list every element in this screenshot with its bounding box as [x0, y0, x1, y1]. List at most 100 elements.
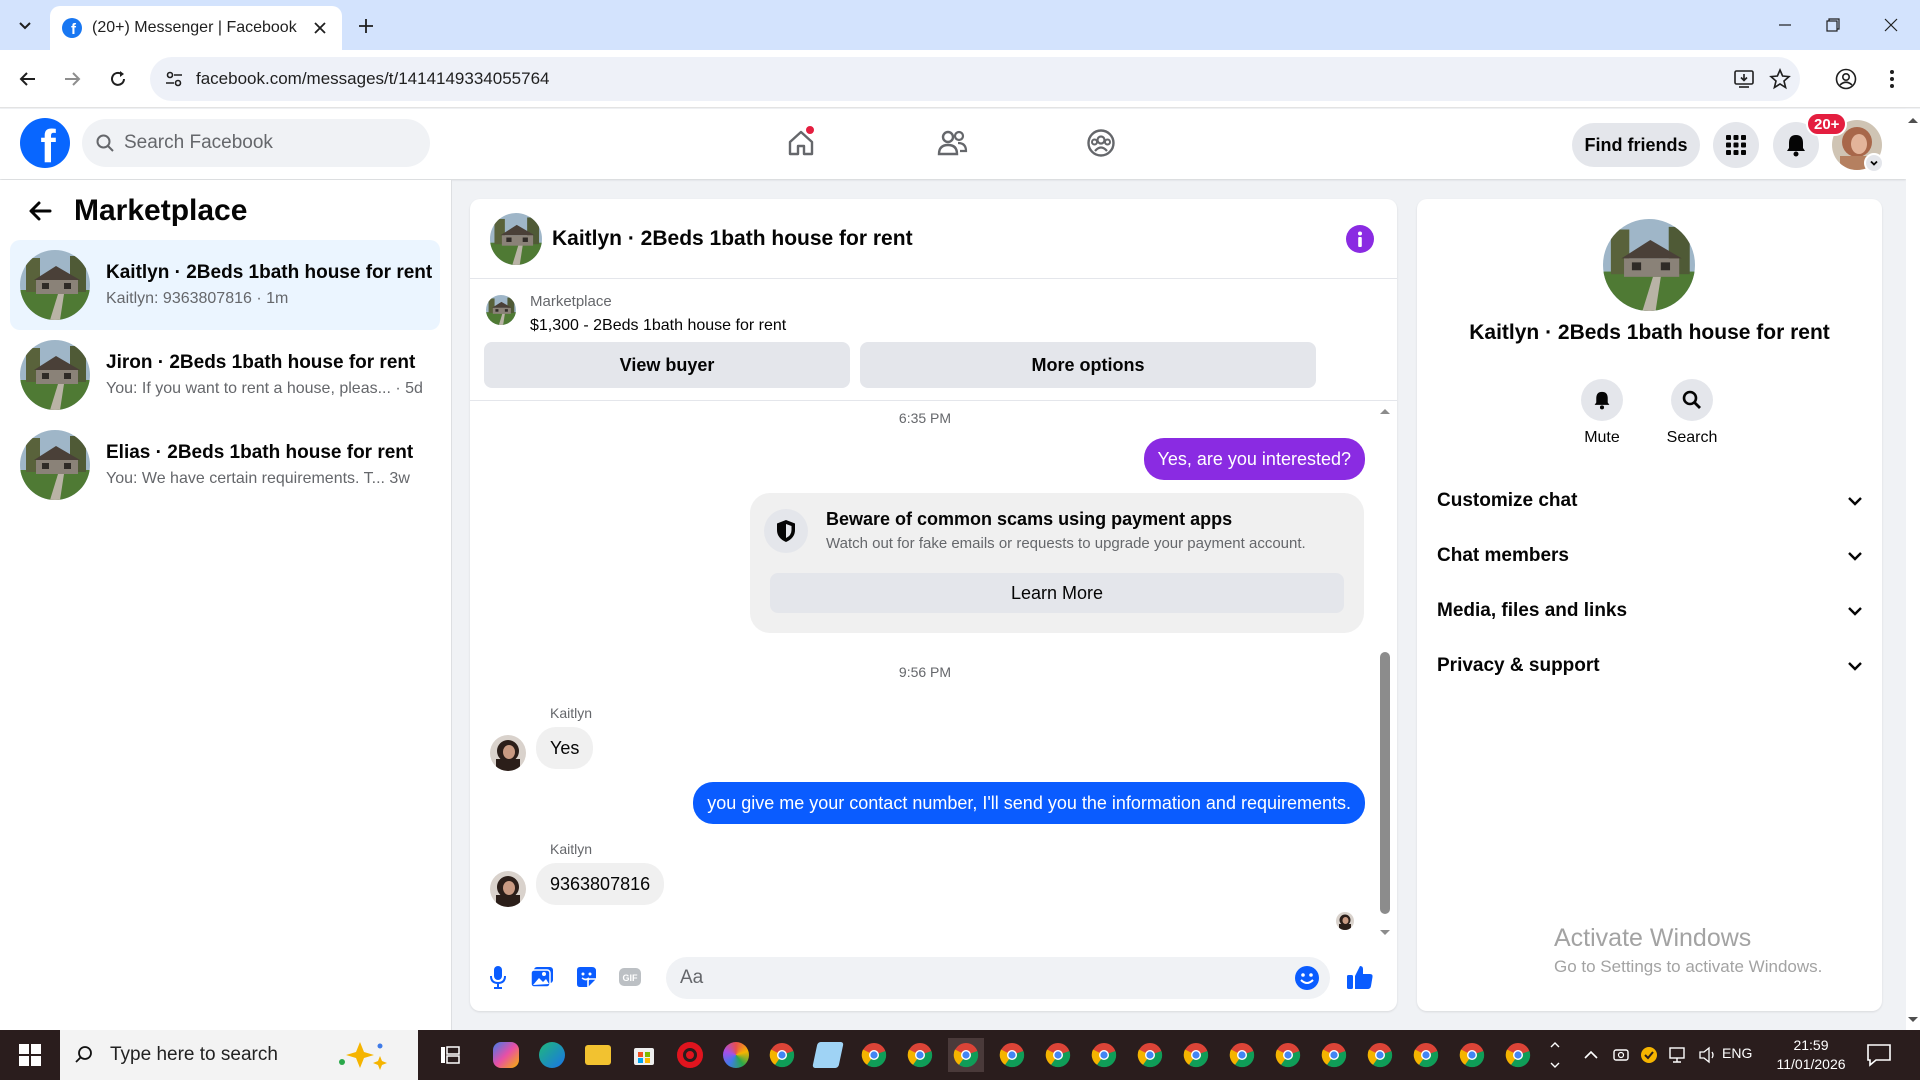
- taskbar-app-chrome-active[interactable]: [948, 1038, 984, 1072]
- outgoing-message[interactable]: Yes, are you interested?: [1143, 438, 1365, 480]
- message-field[interactable]: [666, 957, 1330, 999]
- taskbar-app-chrome[interactable]: [1316, 1038, 1352, 1072]
- taskbar-app-opera[interactable]: [672, 1038, 708, 1072]
- taskbar-app-chrome[interactable]: [1270, 1038, 1306, 1072]
- outgoing-message[interactable]: you give me your contact number, I'll se…: [693, 782, 1365, 824]
- taskbar-app-chrome[interactable]: [1132, 1038, 1168, 1072]
- back-button[interactable]: [24, 195, 56, 227]
- taskbar-scroll-icon[interactable]: [1548, 1035, 1562, 1075]
- sticker-button[interactable]: [570, 961, 602, 993]
- google-drive-icon[interactable]: [1640, 1046, 1658, 1064]
- bookmark-button[interactable]: [1766, 65, 1794, 93]
- taskbar-app-notes[interactable]: [810, 1038, 846, 1072]
- gif-button[interactable]: GIF: [614, 961, 646, 993]
- attach-photo-button[interactable]: [526, 961, 558, 993]
- taskbar-app-chrome[interactable]: [1040, 1038, 1076, 1072]
- house-photo-icon: [1603, 219, 1695, 311]
- tab-search-button[interactable]: [10, 11, 40, 39]
- taskbar-app-chrome[interactable]: [994, 1038, 1030, 1072]
- taskbar-app-chrome[interactable]: [1500, 1038, 1536, 1072]
- taskbar-app-chrome[interactable]: [1224, 1038, 1260, 1072]
- mute-button[interactable]: Mute: [1562, 379, 1642, 447]
- taskbar-app-copilot[interactable]: [488, 1038, 524, 1072]
- page-scrollbar[interactable]: [1906, 109, 1920, 1030]
- address-bar[interactable]: facebook.com/messages/t/1414149334055764: [150, 57, 1800, 101]
- conversation-item[interactable]: Elias · 2Beds 1bath house for rent You: …: [10, 420, 440, 510]
- incoming-message[interactable]: 9363807816: [536, 863, 665, 905]
- facebook-logo-icon[interactable]: f: [20, 118, 70, 168]
- minimize-window-button[interactable]: [1760, 0, 1810, 50]
- message-scrollbar-thumb[interactable]: [1380, 652, 1390, 914]
- learn-more-button[interactable]: Learn More: [770, 573, 1344, 613]
- conversation-info-button[interactable]: [1346, 225, 1374, 253]
- meet-now-icon[interactable]: [1612, 1046, 1630, 1064]
- input-language[interactable]: ENG: [1722, 1045, 1752, 1061]
- reload-button[interactable]: [102, 63, 134, 95]
- incoming-message[interactable]: Yes: [536, 727, 594, 769]
- taskbar-app-chrome[interactable]: [1178, 1038, 1214, 1072]
- section-privacy-support[interactable]: Privacy & support: [1437, 644, 1863, 688]
- copilot-icon: [493, 1042, 519, 1068]
- tab-close-button[interactable]: [310, 18, 330, 38]
- taskbar-app-chrome[interactable]: [1086, 1038, 1122, 1072]
- nav-home[interactable]: [771, 119, 831, 167]
- more-options-button[interactable]: More options: [860, 342, 1316, 388]
- taskbar-search-box[interactable]: [60, 1030, 418, 1080]
- voice-clip-button[interactable]: [482, 961, 514, 993]
- chrome-icon: [1229, 1042, 1255, 1068]
- search-in-conversation-button[interactable]: Search: [1652, 379, 1732, 447]
- url-text[interactable]: facebook.com/messages/t/1414149334055764: [196, 69, 549, 89]
- browser-tab-messenger[interactable]: f (20+) Messenger | Facebook: [50, 6, 342, 50]
- task-view-button[interactable]: [432, 1038, 468, 1072]
- taskbar-app-file-explorer[interactable]: [580, 1038, 616, 1072]
- taskbar-app-chrome[interactable]: [1362, 1038, 1398, 1072]
- account-circle-icon: [1835, 68, 1857, 90]
- nav-groups[interactable]: [1071, 119, 1131, 167]
- nav-friends[interactable]: [922, 119, 982, 167]
- notification-center-icon[interactable]: [1864, 1042, 1894, 1068]
- chat-avatar[interactable]: [490, 213, 542, 265]
- send-like-button[interactable]: [1344, 961, 1376, 993]
- account-menu-caret[interactable]: [1864, 153, 1884, 173]
- conversation-item[interactable]: Kaitlyn · 2Beds 1bath house for rent Kai…: [10, 240, 440, 330]
- section-chat-members[interactable]: Chat members: [1437, 534, 1863, 578]
- taskbar-app-chrome[interactable]: [1454, 1038, 1490, 1072]
- start-button[interactable]: [8, 1038, 52, 1072]
- restore-window-button[interactable]: [1808, 0, 1858, 50]
- new-tab-button[interactable]: [352, 12, 380, 40]
- find-friends-button[interactable]: Find friends: [1572, 123, 1700, 167]
- taskbar-app-colorful[interactable]: [718, 1038, 754, 1072]
- taskbar-app-edge[interactable]: [534, 1038, 570, 1072]
- taskbar-app-store[interactable]: [626, 1038, 662, 1072]
- facebook-search-input[interactable]: [124, 132, 404, 154]
- view-buyer-button[interactable]: View buyer: [484, 342, 850, 388]
- install-app-button[interactable]: [1730, 65, 1758, 93]
- network-icon[interactable]: [1668, 1046, 1688, 1064]
- listing-price-title[interactable]: $1,300 - 2Beds 1bath house for rent: [530, 317, 786, 335]
- browser-menu-button[interactable]: [1876, 63, 1908, 95]
- taskbar-app-chrome[interactable]: [764, 1038, 800, 1072]
- close-window-button[interactable]: [1866, 0, 1916, 50]
- taskbar-clock[interactable]: 21:59 11/01/2026: [1766, 1036, 1856, 1074]
- sender-avatar[interactable]: [490, 871, 526, 907]
- profile-account-button[interactable]: [1830, 63, 1862, 95]
- taskbar-search-input[interactable]: [110, 1044, 330, 1066]
- taskbar-app-chrome[interactable]: [1408, 1038, 1444, 1072]
- forward-button[interactable]: [56, 63, 88, 95]
- section-media-files-links[interactable]: Media, files and links: [1437, 589, 1863, 633]
- section-customize-chat[interactable]: Customize chat: [1437, 479, 1863, 523]
- back-button[interactable]: [12, 63, 44, 95]
- message-list[interactable]: 6:35 PM Yes, are you interested? Beware …: [470, 402, 1397, 944]
- emoji-icon[interactable]: [1294, 965, 1320, 991]
- message-input[interactable]: [680, 957, 1260, 999]
- facebook-search-box[interactable]: [82, 119, 430, 167]
- sender-avatar[interactable]: [490, 735, 526, 771]
- taskbar-app-chrome[interactable]: [902, 1038, 938, 1072]
- show-hidden-icons-icon[interactable]: [1582, 1048, 1600, 1062]
- site-info-button[interactable]: [160, 65, 188, 93]
- volume-icon[interactable]: [1698, 1046, 1718, 1064]
- chat-title[interactable]: Kaitlyn · 2Beds 1bath house for rent: [552, 227, 913, 251]
- menu-button[interactable]: [1713, 122, 1759, 168]
- taskbar-app-chrome[interactable]: [856, 1038, 892, 1072]
- conversation-item[interactable]: Jiron · 2Beds 1bath house for rent You: …: [10, 330, 440, 420]
